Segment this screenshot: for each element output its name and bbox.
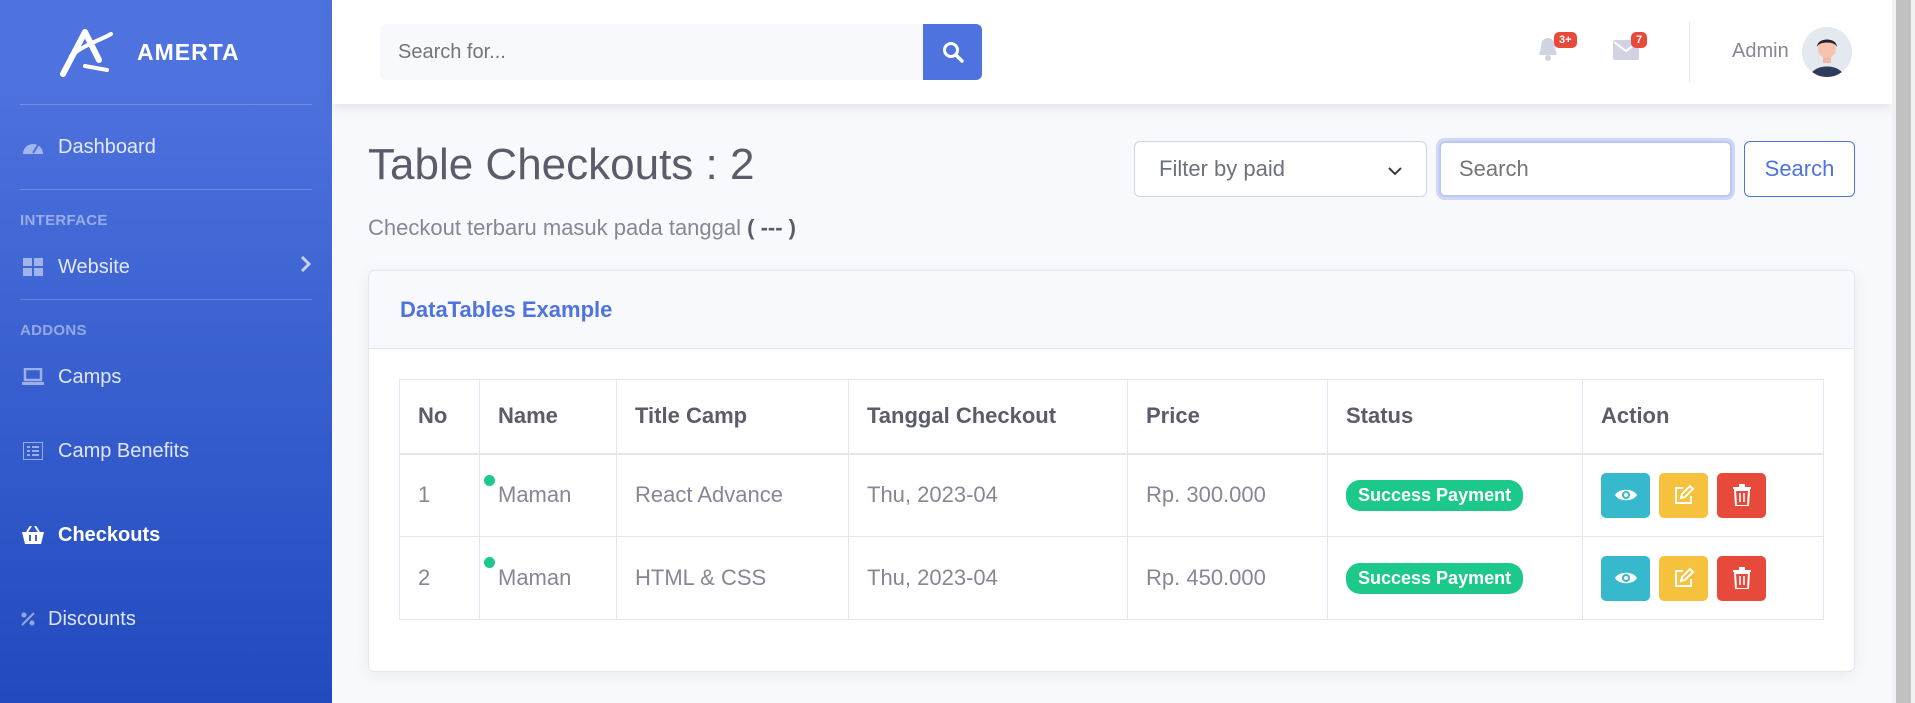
alerts-badge: 3+: [1554, 32, 1577, 48]
table-row: 2 Maman HTML & CSS Thu, 2023-04 Rp. 450.…: [399, 536, 1824, 620]
sidebar-heading-addons: ADDONS: [20, 322, 87, 339]
view-button[interactable]: [1601, 555, 1650, 601]
status-badge: Success Payment: [1346, 562, 1524, 594]
column-header[interactable]: Title Camp: [616, 379, 849, 455]
chevron-down-icon: [1388, 156, 1402, 182]
chevron-right-icon: [300, 255, 312, 279]
brand-logo-icon: [60, 29, 113, 77]
card-title: DataTables Example: [400, 296, 613, 322]
status-badge: Success Payment: [1346, 479, 1524, 511]
page-subtitle: Checkout terbaru masuk pada tanggal ( --…: [368, 215, 796, 241]
topbar-search-input[interactable]: [380, 24, 923, 80]
sidebar-item-discounts[interactable]: Discounts: [0, 577, 332, 661]
sidebar-item-label: Camp Benefits: [58, 439, 190, 462]
edit-icon: [1674, 567, 1694, 587]
topbar-search-button[interactable]: [923, 24, 982, 80]
topbar-divider: [1689, 22, 1690, 82]
cell-no: 1: [399, 453, 480, 537]
cell-status: Success Payment: [1327, 453, 1583, 537]
sidebar-item-camp-benefits[interactable]: Camp Benefits: [0, 409, 332, 493]
column-header[interactable]: No: [399, 379, 480, 455]
sidebar-item-checkouts[interactable]: Checkouts: [0, 493, 332, 577]
laptop-icon: [20, 366, 46, 388]
column-header[interactable]: Name: [479, 379, 617, 455]
messages-dropdown[interactable]: 7: [1613, 32, 1648, 66]
cell-date: Thu, 2023-04: [848, 453, 1128, 537]
eye-icon: [1614, 572, 1637, 584]
cell-status: Success Payment: [1327, 536, 1583, 620]
table-header-row: No Name Title Camp Tanggal Checkout Pric…: [399, 379, 1824, 455]
cell-no: 2: [399, 536, 480, 620]
page-title: Table Checkouts : 2: [368, 140, 755, 189]
alerts-dropdown[interactable]: 3+: [1536, 32, 1577, 66]
topbar-search: [380, 24, 982, 80]
messages-badge: 7: [1631, 32, 1648, 48]
cell-price: Rp. 450.000: [1127, 536, 1328, 620]
subtitle-text: Checkout terbaru masuk pada tanggal: [368, 215, 742, 240]
column-header[interactable]: Status: [1327, 379, 1583, 455]
online-status-dot: [484, 474, 495, 486]
cell-name-text: Maman: [498, 482, 572, 508]
column-header[interactable]: Action: [1582, 379, 1824, 455]
card-header: DataTables Example: [369, 271, 1854, 349]
basket-icon: [20, 524, 46, 546]
sidebar: AMERTA Dashboard INTERFACE Website ADDON…: [0, 0, 332, 703]
sidebar-item-label: Checkouts: [58, 523, 161, 546]
sidebar-item-label: Discounts: [48, 607, 136, 630]
checkouts-table: No Name Title Camp Tanggal Checkout Pric…: [399, 379, 1824, 620]
sidebar-item-website[interactable]: Website: [0, 235, 332, 299]
table-row: 1 Maman React Advance Thu, 2023-04 Rp. 3…: [399, 453, 1824, 537]
column-header[interactable]: Price: [1127, 379, 1328, 455]
table-search-button[interactable]: Search: [1744, 141, 1855, 197]
edit-icon: [1674, 484, 1694, 505]
search-icon: [942, 42, 964, 63]
edit-button[interactable]: [1659, 472, 1708, 518]
table-search-input[interactable]: [1439, 141, 1732, 197]
brand-name: AMERTA: [137, 38, 240, 65]
sidebar-item-label: Website: [58, 255, 130, 278]
page-scrollbar[interactable]: [1892, 0, 1915, 703]
trash-icon: [1732, 484, 1751, 507]
eye-icon: [1614, 490, 1637, 501]
sidebar-item-label: Camps: [58, 365, 122, 388]
grid-icon: [20, 256, 46, 278]
avatar[interactable]: [1802, 27, 1852, 77]
view-button[interactable]: [1601, 472, 1650, 518]
avatar-image: [1802, 27, 1852, 77]
scrollbar-thumb[interactable]: [1896, 0, 1911, 703]
sidebar-item-camps[interactable]: Camps: [0, 345, 332, 409]
cell-actions: [1582, 536, 1824, 620]
cell-name: Maman: [479, 536, 617, 620]
topbar: 3+ 7 Admin: [332, 0, 1892, 104]
column-header[interactable]: Tanggal Checkout: [848, 379, 1128, 455]
datatable-card: DataTables Example No Name Title Camp Ta…: [368, 270, 1855, 672]
online-status-dot: [484, 557, 495, 568]
cell-name: Maman: [479, 453, 617, 537]
brand[interactable]: AMERTA: [0, 0, 332, 104]
subtitle-value: ( --- ): [747, 215, 796, 240]
sidebar-heading-interface: INTERFACE: [20, 212, 108, 229]
user-name[interactable]: Admin: [1732, 40, 1789, 63]
sidebar-item-label: Dashboard: [58, 135, 156, 158]
trash-icon: [1732, 567, 1751, 589]
cell-price: Rp. 300.000: [1127, 453, 1328, 537]
sidebar-item-dashboard[interactable]: Dashboard: [0, 105, 332, 189]
tachometer-icon: [20, 136, 46, 158]
filter-select-value: Filter by paid: [1159, 156, 1285, 181]
delete-button[interactable]: [1717, 472, 1766, 518]
cell-title-camp: HTML & CSS: [616, 536, 849, 620]
filter-paid-select[interactable]: Filter by paid: [1134, 141, 1427, 197]
cell-date: Thu, 2023-04: [848, 536, 1128, 620]
cell-title-camp: React Advance: [616, 453, 849, 537]
cell-name-text: Maman: [498, 565, 572, 590]
percent-icon: [20, 608, 36, 630]
cell-actions: [1582, 453, 1824, 537]
list-icon: [20, 440, 46, 462]
edit-button[interactable]: [1659, 555, 1708, 601]
delete-button[interactable]: [1717, 555, 1766, 601]
